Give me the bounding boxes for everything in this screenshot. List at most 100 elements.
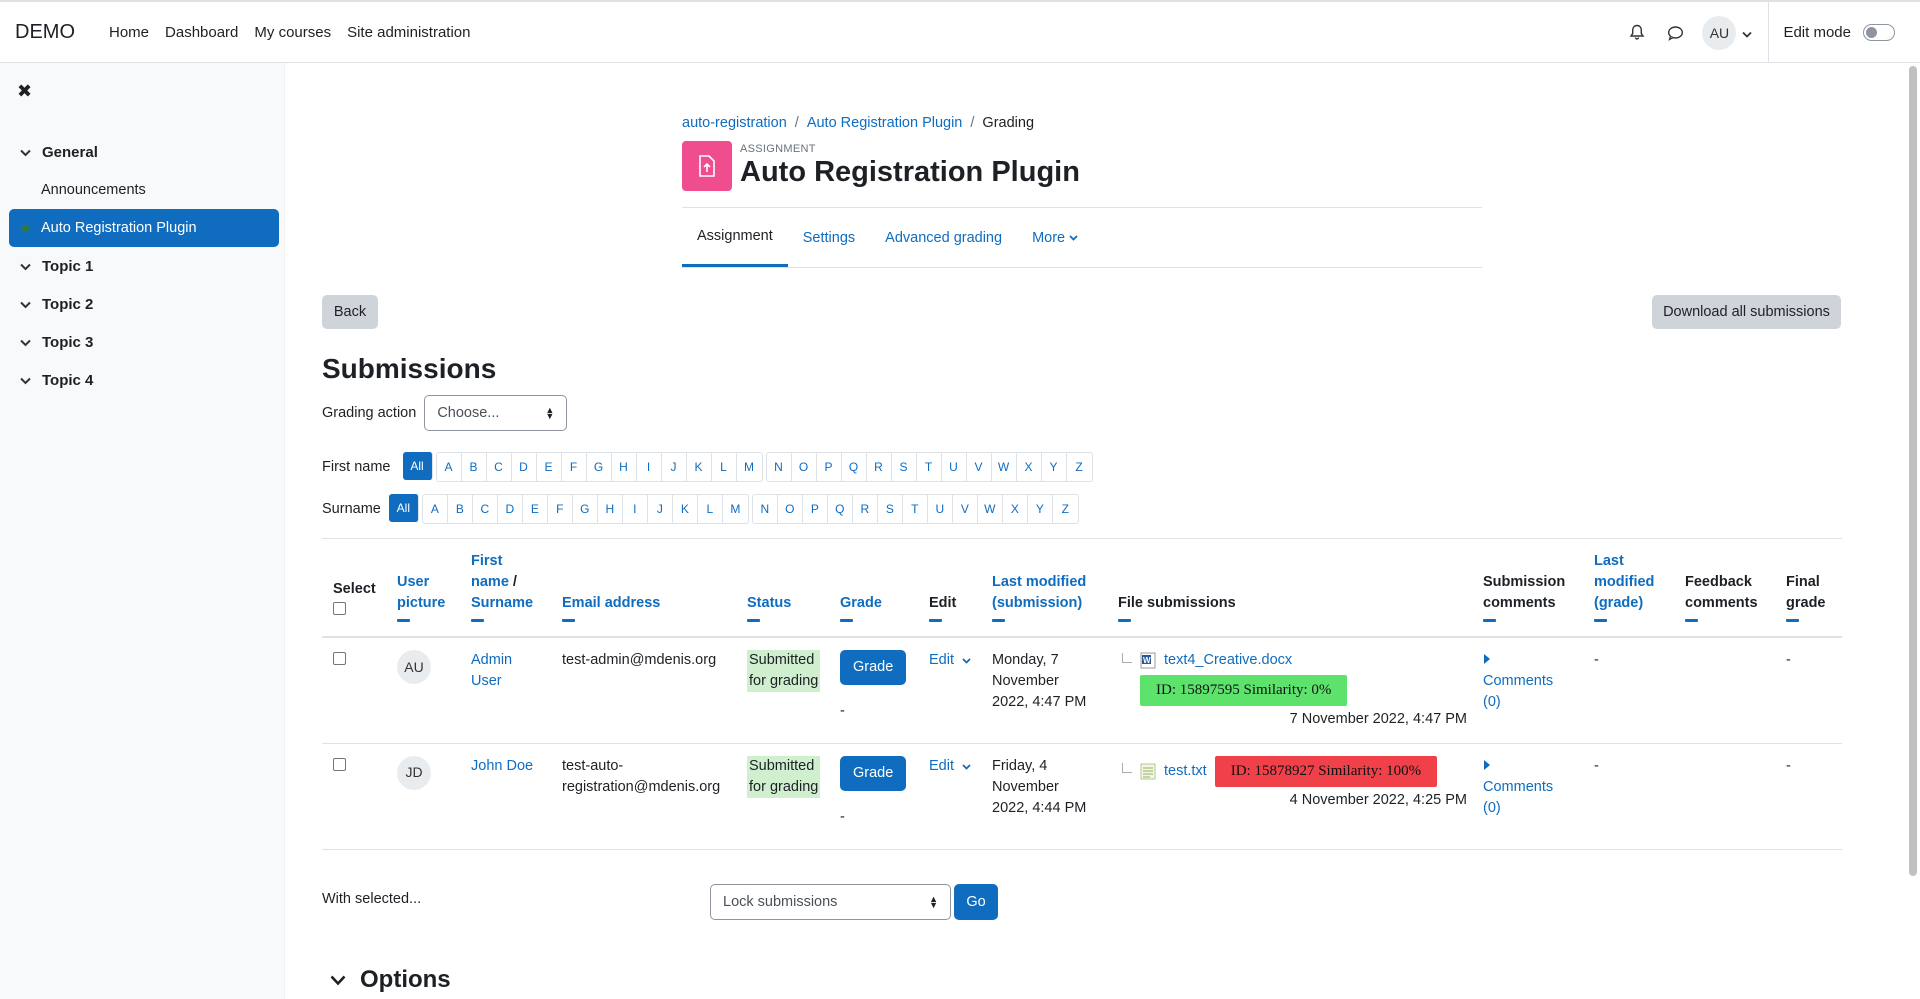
tab-advanced-grading[interactable]: Advanced grading — [870, 208, 1017, 267]
firstname-initial-n[interactable]: N — [767, 453, 792, 481]
surname-initial-y[interactable]: Y — [1028, 495, 1053, 523]
surname-initial-h[interactable]: H — [598, 495, 623, 523]
user-avatar[interactable]: AU — [1702, 15, 1737, 50]
close-drawer-icon[interactable]: ✖ — [17, 81, 32, 102]
header-text[interactable]: First — [471, 553, 502, 569]
col-name[interactable]: First name / Surname — [460, 539, 551, 638]
comments-link[interactable]: Comments — [1483, 779, 1553, 795]
chevron-down-icon[interactable] — [20, 258, 31, 275]
tab-settings[interactable]: Settings — [788, 208, 870, 267]
surname-initial-e[interactable]: E — [523, 495, 548, 523]
surname-initial-f[interactable]: F — [548, 495, 573, 523]
index-item-announcements[interactable]: Announcements — [9, 171, 279, 209]
comments-link[interactable]: Comments — [1483, 673, 1553, 689]
firstname-initial-g[interactable]: G — [587, 453, 612, 481]
firstname-initial-j[interactable]: J — [662, 453, 687, 481]
hide-column-icon[interactable] — [1483, 619, 1496, 622]
options-section-toggle[interactable]: Options — [330, 966, 451, 994]
grade-button[interactable]: Grade — [840, 755, 907, 791]
messages-icon[interactable] — [1656, 14, 1694, 52]
surname-initial-w[interactable]: W — [978, 495, 1003, 523]
notification-bell-icon[interactable] — [1618, 14, 1656, 52]
col-last-modified-submission[interactable]: Last modified (submission) — [981, 539, 1107, 638]
grade-button[interactable]: Grade — [840, 650, 907, 685]
chevron-down-icon[interactable] — [20, 144, 31, 161]
section-topic-4[interactable]: Topic 4 — [9, 361, 279, 399]
col-status[interactable]: Status — [736, 539, 829, 638]
firstname-initial-y[interactable]: Y — [1042, 453, 1067, 481]
user-name-link[interactable]: Admin — [471, 652, 512, 668]
go-button[interactable]: Go — [954, 884, 998, 920]
page-scrollbar[interactable] — [1909, 66, 1917, 876]
firstname-initial-r[interactable]: R — [867, 453, 892, 481]
hide-column-icon[interactable] — [1685, 619, 1698, 622]
download-all-submissions-button[interactable]: Download all submissions — [1652, 295, 1841, 329]
expand-caret-icon[interactable] — [1483, 654, 1491, 664]
avatar[interactable]: JD — [397, 755, 431, 790]
firstname-initial-v[interactable]: V — [967, 453, 992, 481]
avatar[interactable]: AU — [397, 650, 431, 684]
surname-initial-r[interactable]: R — [853, 495, 878, 523]
firstname-initial-z[interactable]: Z — [1067, 453, 1092, 481]
user-name-link[interactable]: User — [471, 673, 502, 689]
tab-more[interactable]: More — [1017, 208, 1093, 267]
firstname-initial-k[interactable]: K — [687, 453, 712, 481]
col-grade[interactable]: Grade — [829, 539, 918, 638]
bulk-action-select[interactable]: Lock submissions ▲ ▼ — [710, 884, 951, 920]
nav-site-administration[interactable]: Site administration — [347, 24, 470, 41]
hide-column-icon[interactable] — [1786, 619, 1799, 622]
breadcrumb-course[interactable]: auto-registration — [682, 115, 787, 131]
surname-initial-n[interactable]: N — [753, 495, 778, 523]
firstname-initial-w[interactable]: W — [992, 453, 1017, 481]
comments-count[interactable]: (0) — [1483, 800, 1501, 816]
hide-column-icon[interactable] — [397, 619, 410, 622]
hide-column-icon[interactable] — [840, 619, 853, 622]
hide-column-icon[interactable] — [471, 619, 484, 622]
firstname-initial-o[interactable]: O — [792, 453, 817, 481]
section-topic-3[interactable]: Topic 3 — [9, 323, 279, 361]
similarity-badge[interactable]: ID: 15897595 Similarity: 0% — [1140, 675, 1348, 706]
surname-initial-q[interactable]: Q — [828, 495, 853, 523]
surname-initial-l[interactable]: L — [698, 495, 723, 523]
nav-home[interactable]: Home — [109, 24, 149, 41]
firstname-initial-i[interactable]: I — [637, 453, 662, 481]
surname-initial-m[interactable]: M — [723, 495, 748, 523]
firstname-initial-p[interactable]: P — [817, 453, 842, 481]
firstname-initial-a[interactable]: A — [437, 453, 462, 481]
surname-initial-p[interactable]: P — [803, 495, 828, 523]
col-email[interactable]: Email address — [551, 539, 736, 638]
firstname-initial-l[interactable]: L — [712, 453, 737, 481]
comments-count[interactable]: (0) — [1483, 694, 1501, 710]
firstname-initial-s[interactable]: S — [892, 453, 917, 481]
surname-initial-x[interactable]: X — [1003, 495, 1028, 523]
surname-initial-j[interactable]: J — [648, 495, 673, 523]
hide-column-icon[interactable] — [562, 619, 575, 622]
section-topic-2[interactable]: Topic 2 — [9, 285, 279, 323]
surname-initial-z[interactable]: Z — [1053, 495, 1078, 523]
firstname-initial-h[interactable]: H — [612, 453, 637, 481]
col-user-picture[interactable]: User picture — [386, 539, 460, 638]
surname-initial-g[interactable]: G — [573, 495, 598, 523]
user-name-link[interactable]: John Doe — [471, 758, 533, 774]
site-brand[interactable]: DEMO — [15, 21, 75, 44]
chevron-down-icon[interactable] — [20, 372, 31, 389]
surname-initial-k[interactable]: K — [673, 495, 698, 523]
firstname-initial-c[interactable]: C — [487, 453, 512, 481]
firstname-initial-q[interactable]: Q — [842, 453, 867, 481]
breadcrumb-activity[interactable]: Auto Registration Plugin — [807, 115, 963, 131]
firstname-initial-t[interactable]: T — [917, 453, 942, 481]
hide-column-icon[interactable] — [747, 619, 760, 622]
file-link[interactable]: text4_Creative.docx — [1164, 650, 1292, 671]
firstname-initial-b[interactable]: B — [462, 453, 487, 481]
surname-initial-c[interactable]: C — [473, 495, 498, 523]
surname-initial-a[interactable]: A — [423, 495, 448, 523]
section-general[interactable]: General — [9, 133, 279, 171]
surname-initial-all[interactable]: All — [388, 494, 419, 522]
surname-initial-v[interactable]: V — [953, 495, 978, 523]
user-menu-chevron-down-icon[interactable] — [1742, 23, 1753, 43]
edit-menu[interactable]: Edit — [929, 758, 971, 774]
header-text[interactable]: name — [471, 574, 509, 590]
row-select-checkbox[interactable] — [333, 757, 346, 771]
file-link[interactable]: test.txt — [1164, 761, 1207, 782]
nav-my-courses[interactable]: My courses — [254, 24, 331, 41]
